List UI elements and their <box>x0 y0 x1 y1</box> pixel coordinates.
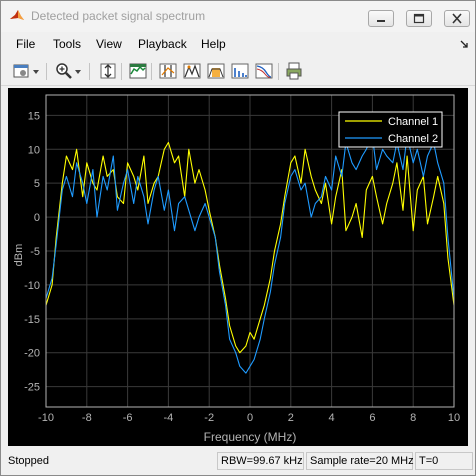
scope-window: Detected packet signal spectrum File Too… <box>0 0 476 476</box>
dropdown-arrow-icon[interactable] <box>31 61 41 81</box>
toolbar <box>1 57 475 86</box>
x-tick-label: -4 <box>164 412 174 424</box>
y-tick-label: 15 <box>28 110 40 122</box>
dropdown-arrow-icon[interactable] <box>73 61 83 81</box>
x-tick-label: 4 <box>329 412 335 424</box>
x-tick-label: 10 <box>448 412 460 424</box>
maximize-button[interactable] <box>406 10 432 27</box>
status-sample-rate: Sample rate=20 MHz <box>306 452 414 470</box>
menu-view[interactable]: View <box>96 37 122 51</box>
configuration-properties-icon[interactable] <box>11 61 31 81</box>
toolbar-separator <box>151 63 152 80</box>
spectrum-settings-icon[interactable] <box>128 61 148 81</box>
autoscale-icon[interactable] <box>98 61 118 81</box>
legend: Channel 1 Channel 2 <box>338 111 443 148</box>
y-tick-label: -5 <box>30 246 40 258</box>
menu-help[interactable]: Help <box>201 37 226 51</box>
toolbar-separator <box>89 63 90 80</box>
menu-file[interactable]: File <box>16 37 35 51</box>
y-axis-label: dBm <box>13 244 25 267</box>
plot-area: -10 -8 -6 -4 -2 0 2 4 6 8 10 15 10 5 0 -5 -10 -15 -20 -25 … <box>8 88 468 446</box>
maximize-icon <box>413 13 425 24</box>
x-tick-label: 2 <box>288 412 294 424</box>
distortion-measurements-icon[interactable] <box>230 61 250 81</box>
status-rbw: RBW=99.67 kHz <box>217 452 304 470</box>
y-tick-label: -10 <box>24 280 40 292</box>
toolbar-separator <box>121 63 122 80</box>
ccdf-measurements-icon[interactable] <box>254 61 274 81</box>
dock-arrow-icon[interactable] <box>459 39 469 49</box>
minimize-icon <box>377 20 385 22</box>
toolbar-separator <box>46 63 47 80</box>
menu-tools[interactable]: Tools <box>53 37 81 51</box>
y-tick-labels: 15 10 5 0 -5 -10 -15 -20 -25 <box>24 110 40 393</box>
status-state: Stopped <box>8 455 49 467</box>
menu-playback[interactable]: Playback <box>138 37 187 51</box>
legend-label-channel2: Channel 2 <box>388 133 438 145</box>
y-tick-label: 10 <box>28 144 40 156</box>
data-cursors-icon[interactable] <box>158 61 178 81</box>
x-tick-label: 0 <box>247 412 253 424</box>
y-tick-label: -25 <box>24 382 40 394</box>
spectrum-chart: -10 -8 -6 -4 -2 0 2 4 6 8 10 151050-5-10-15-20-25 … <box>13 94 460 444</box>
close-button[interactable] <box>444 10 470 27</box>
status-bar: Stopped RBW=99.67 kHz Sample rate=20 MHz… <box>1 448 475 475</box>
x-tick-label: 8 <box>410 412 416 424</box>
x-tick-label: -2 <box>204 412 214 424</box>
channel-measurements-icon[interactable] <box>206 61 226 81</box>
window-title: Detected packet signal spectrum <box>31 9 206 23</box>
toolbar-separator <box>278 63 279 80</box>
legend-label-channel1: Channel 1 <box>388 116 438 128</box>
y-tick-label: -20 <box>24 348 40 360</box>
print-icon[interactable] <box>284 61 304 81</box>
minimize-button[interactable] <box>368 10 394 27</box>
x-tick-labels: -10 -8 -6 -4 -2 0 2 4 6 8 10 <box>38 412 460 424</box>
matlab-logo-icon <box>10 10 24 20</box>
x-tick-label: -6 <box>123 412 133 424</box>
status-time: T=0 <box>415 452 473 470</box>
y-tick-label: 0 <box>34 212 40 224</box>
x-tick-label: 6 <box>369 412 375 424</box>
close-icon <box>452 13 462 24</box>
x-tick-label: -10 <box>38 412 54 424</box>
y-tick-label: -15 <box>24 314 40 326</box>
peak-finder-icon[interactable] <box>182 61 202 81</box>
menu-bar: File Tools View Playback Help <box>1 34 475 55</box>
title-bar: Detected packet signal spectrum <box>1 1 475 32</box>
y-tick-label: 5 <box>34 178 40 190</box>
zoom-in-icon[interactable] <box>54 61 74 81</box>
x-axis-label: Frequency (MHz) <box>204 430 297 444</box>
x-tick-label: -8 <box>82 412 92 424</box>
